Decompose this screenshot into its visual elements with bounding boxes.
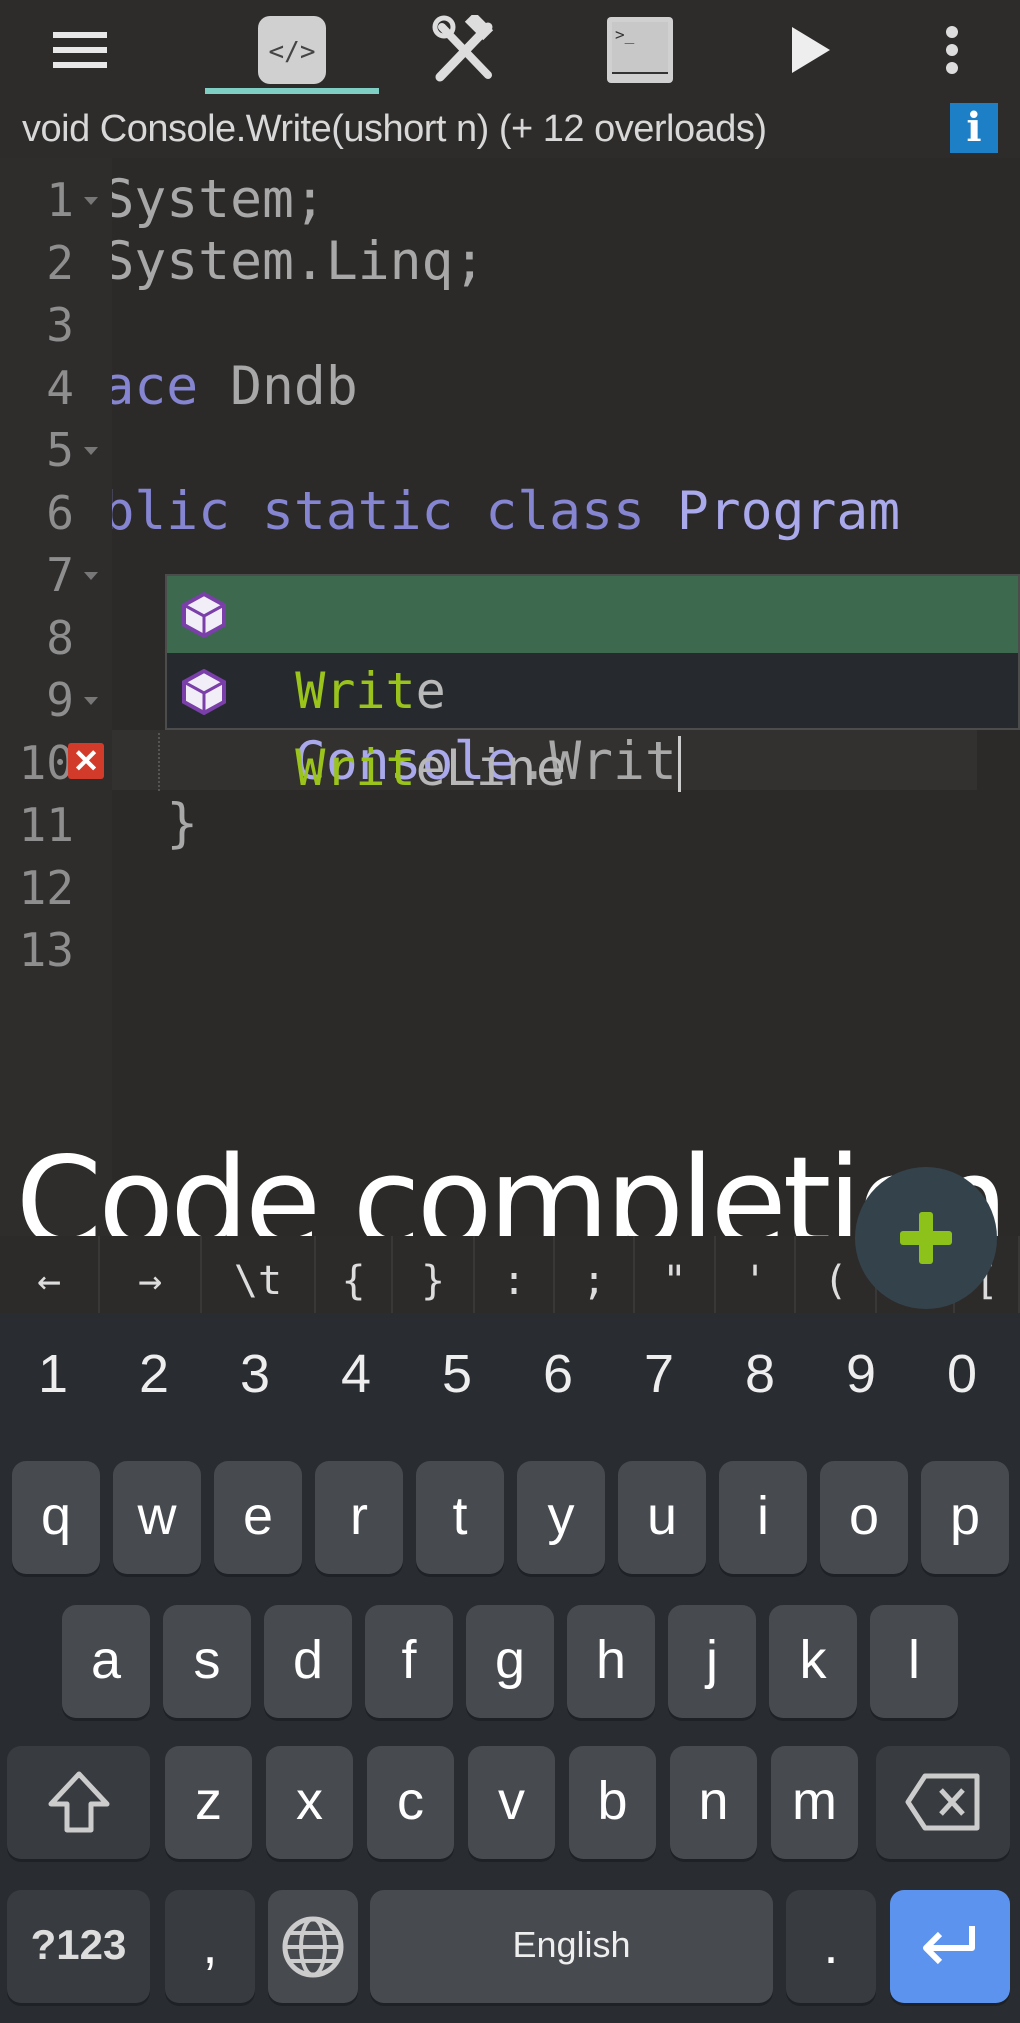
backspace-key[interactable] <box>876 1746 1010 1859</box>
more-vert-icon[interactable] <box>912 10 992 90</box>
code-icon[interactable]: </> <box>252 10 332 90</box>
key-g[interactable]: g <box>466 1605 554 1718</box>
symbol-key[interactable]: { <box>316 1236 393 1313</box>
key-l[interactable]: l <box>870 1605 958 1718</box>
symbol-key[interactable]: " <box>635 1236 716 1313</box>
symbol-key[interactable]: ; <box>555 1236 635 1313</box>
completion-popup: Write WriteLine <box>165 574 1020 797</box>
key-z[interactable]: z <box>165 1746 252 1859</box>
active-tab-indicator <box>205 88 379 94</box>
line-number: 7 <box>46 548 74 602</box>
symbol-key[interactable]: : <box>475 1236 555 1313</box>
key-a[interactable]: a <box>62 1605 150 1718</box>
enter-icon <box>923 1926 975 1965</box>
line-number: 11 <box>18 798 74 852</box>
key-p[interactable]: p <box>921 1461 1009 1574</box>
completion-item-writeline[interactable]: WriteLine <box>167 653 1018 797</box>
key-i[interactable]: i <box>719 1461 807 1574</box>
line-number: 8 <box>46 610 74 665</box>
plus-icon <box>900 1212 952 1264</box>
symbol-key[interactable]: → <box>100 1236 202 1313</box>
fold-arrow-icon[interactable] <box>84 197 98 205</box>
shift-key[interactable] <box>7 1746 150 1859</box>
line-number: 4 <box>46 360 74 415</box>
key-d[interactable]: d <box>264 1605 352 1718</box>
line-number: 13 <box>18 923 74 977</box>
key-k[interactable]: k <box>769 1605 857 1718</box>
symbol-key[interactable]: } <box>393 1236 475 1313</box>
line-number: 1 <box>46 173 74 227</box>
key-x[interactable]: x <box>266 1746 353 1859</box>
key-m[interactable]: m <box>771 1746 858 1859</box>
fold-arrow-icon[interactable] <box>84 697 98 705</box>
symbol-key[interactable]: ' <box>716 1236 796 1313</box>
fold-arrow-icon[interactable] <box>84 447 98 455</box>
line-number: 9 <box>46 673 74 727</box>
backspace-icon <box>905 1773 980 1831</box>
key-5[interactable]: 5 <box>412 1343 502 1405</box>
key-v[interactable]: v <box>468 1746 555 1859</box>
key-0[interactable]: 0 <box>917 1343 1007 1405</box>
error-icon[interactable]: ✕ <box>68 743 104 779</box>
line-number: 2 <box>46 235 74 290</box>
language-key[interactable] <box>268 1890 358 2003</box>
line-number-error: 10 <box>18 735 74 790</box>
key-y[interactable]: y <box>517 1461 605 1574</box>
soft-keyboard: 1 2 3 4 5 6 7 8 9 0 q w e r t y u i o p a s d f g h j k l z x c v b n m ?123… <box>0 1313 1020 2023</box>
shift-icon <box>48 1771 109 1833</box>
key-t[interactable]: t <box>416 1461 504 1574</box>
key-b[interactable]: b <box>569 1746 656 1859</box>
line-number: 5 <box>46 423 74 477</box>
symbol-key[interactable]: ← <box>0 1236 100 1313</box>
line-number: 12 <box>18 860 74 915</box>
text-cursor <box>678 736 681 792</box>
completion-item-write[interactable]: Write <box>167 576 1018 720</box>
key-2[interactable]: 2 <box>109 1343 199 1405</box>
line-number-gutter: 1 2 3 4 5 6 7 8 9 10 11 12 13 <box>0 158 112 1236</box>
key-s[interactable]: s <box>163 1605 251 1718</box>
fold-arrow-icon[interactable] <box>84 572 98 580</box>
period-key[interactable]: . <box>786 1890 876 2003</box>
symbol-key[interactable]: \t <box>202 1236 316 1313</box>
enter-key[interactable] <box>890 1890 1010 2003</box>
key-3[interactable]: 3 <box>210 1343 300 1405</box>
key-c[interactable]: c <box>367 1746 454 1859</box>
symbols-key[interactable]: ?123 <box>7 1890 150 2003</box>
svg-text:</>: </> <box>269 37 316 67</box>
line-number: 3 <box>46 298 74 352</box>
key-9[interactable]: 9 <box>816 1343 906 1405</box>
key-8[interactable]: 8 <box>715 1343 805 1405</box>
space-key[interactable]: English <box>370 1890 773 2003</box>
method-icon <box>182 592 226 638</box>
build-tools-icon[interactable] <box>425 10 505 90</box>
code-line-6: public static class Program <box>38 481 901 542</box>
play-icon[interactable] <box>770 10 850 90</box>
key-j[interactable]: j <box>668 1605 756 1718</box>
key-f[interactable]: f <box>365 1605 453 1718</box>
svg-text:>_: >_ <box>615 25 635 44</box>
line-number: 6 <box>46 485 74 540</box>
key-h[interactable]: h <box>567 1605 655 1718</box>
key-e[interactable]: e <box>214 1461 302 1574</box>
key-4[interactable]: 4 <box>311 1343 401 1405</box>
key-6[interactable]: 6 <box>513 1343 603 1405</box>
signature-info: void Console.Write(ushort n) (+ 12 overl… <box>0 100 1020 158</box>
key-o[interactable]: o <box>820 1461 908 1574</box>
method-icon <box>182 669 226 715</box>
key-7[interactable]: 7 <box>614 1343 704 1405</box>
key-n[interactable]: n <box>670 1746 757 1859</box>
comma-key[interactable]: , <box>165 1890 255 2003</box>
terminal-icon[interactable]: >_ <box>600 10 680 90</box>
indent-guide <box>158 733 160 791</box>
info-icon[interactable]: i <box>950 103 998 153</box>
key-u[interactable]: u <box>618 1461 706 1574</box>
menu-icon[interactable] <box>40 10 120 90</box>
toolbar: </> >_ <box>0 0 1020 100</box>
key-w[interactable]: w <box>113 1461 201 1574</box>
key-1[interactable]: 1 <box>8 1343 98 1405</box>
key-q[interactable]: q <box>12 1461 100 1574</box>
globe-icon <box>282 1916 344 1978</box>
key-r[interactable]: r <box>315 1461 403 1574</box>
add-button[interactable] <box>855 1167 997 1309</box>
